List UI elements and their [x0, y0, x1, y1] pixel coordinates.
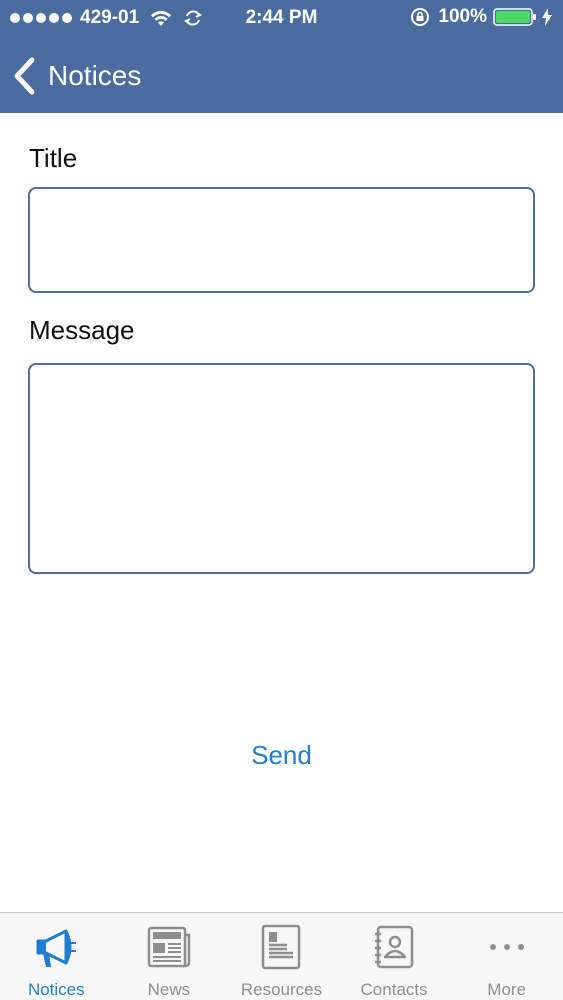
tab-more[interactable]: More: [450, 913, 563, 1000]
tab-label-resources: Resources: [240, 980, 323, 999]
chevron-left-icon: [14, 57, 35, 95]
battery-percentage: 100%: [438, 6, 487, 27]
header: 429-01 2:44 PM 100% Notices: [0, 0, 563, 113]
charging-bolt-icon: [542, 8, 552, 26]
rotation-lock-icon: [411, 8, 430, 26]
nav-bar: Notices: [0, 40, 563, 110]
newspaper-icon: [147, 926, 191, 968]
tab-label-contacts: Contacts: [360, 980, 428, 999]
message-input[interactable]: [28, 363, 535, 574]
status-right: 100%: [410, 6, 553, 28]
title-label: Title: [29, 143, 78, 173]
tab-resources[interactable]: Resources: [225, 913, 338, 1000]
more-dots-icon: [489, 944, 524, 950]
back-button[interactable]: Notices: [12, 54, 141, 98]
battery-icon: [493, 8, 536, 26]
contacts-book-icon: [375, 925, 414, 969]
back-label: Notices: [48, 60, 142, 91]
tab-contacts[interactable]: Contacts: [338, 913, 451, 1000]
tab-news[interactable]: News: [113, 913, 226, 1000]
send-button[interactable]: Send: [0, 740, 563, 771]
tab-label-notices: Notices: [27, 980, 85, 999]
status-bar: 429-01 2:44 PM 100%: [0, 0, 563, 36]
message-label: Message: [29, 315, 135, 345]
tab-bar: Notices News Resources Contacts More: [0, 912, 563, 1000]
tab-label-news: News: [147, 980, 191, 999]
megaphone-icon: [36, 929, 77, 967]
tab-notices[interactable]: Notices: [0, 913, 113, 1000]
tab-label-more: More: [487, 980, 527, 999]
title-input[interactable]: [28, 187, 535, 293]
document-icon: [262, 924, 301, 970]
